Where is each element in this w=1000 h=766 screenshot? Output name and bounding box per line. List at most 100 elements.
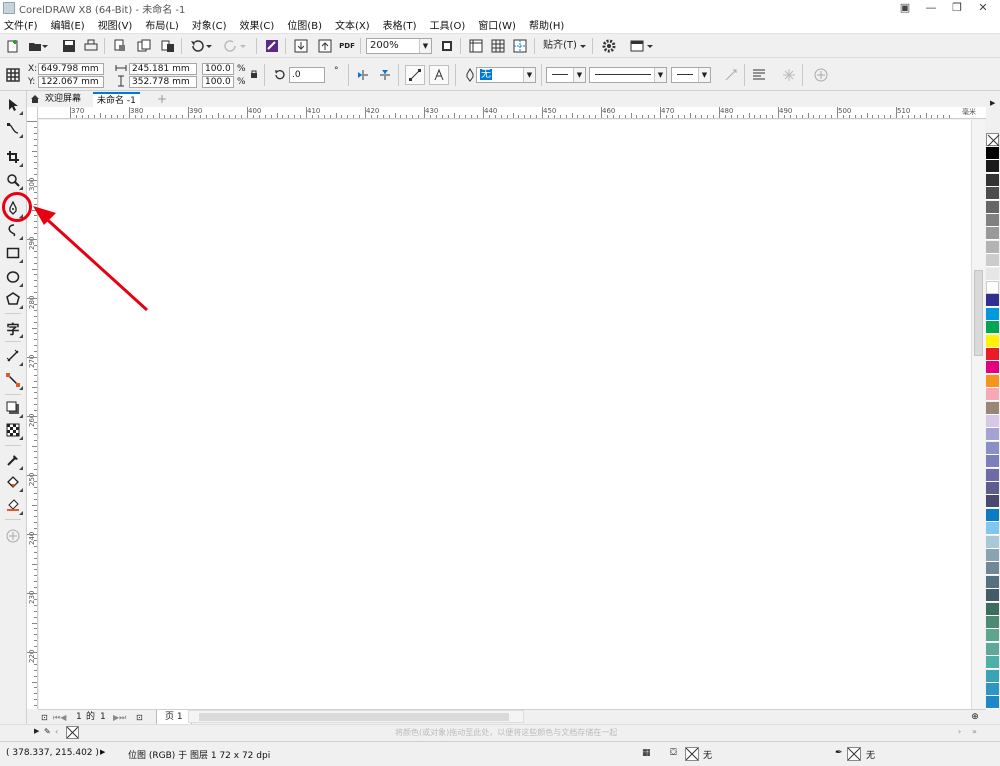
chevron-down-icon[interactable]: ▼	[523, 68, 535, 82]
outline-none-swatch[interactable]	[847, 747, 861, 761]
horizontal-scrollbar[interactable]	[188, 710, 524, 723]
height-input[interactable]: 352.778 mm	[129, 76, 197, 88]
color-swatch[interactable]	[986, 348, 999, 361]
menu-view[interactable]: 视图(V)	[98, 17, 133, 32]
vertical-scroll-thumb[interactable]	[974, 270, 983, 356]
add-tab-icon[interactable]: +	[155, 92, 169, 106]
eyedropper-palette-icon[interactable]: ✎	[44, 727, 51, 736]
shape-tool-icon[interactable]	[4, 119, 23, 138]
color-swatch[interactable]	[986, 616, 999, 629]
end-arrowhead-select[interactable]: ▼	[671, 67, 711, 83]
snap-to-menu[interactable]: 贴齐(T)	[543, 40, 577, 52]
color-swatch[interactable]	[986, 602, 999, 616]
color-swatch[interactable]	[986, 388, 999, 402]
pen-mode-icon[interactable]	[429, 65, 449, 85]
color-swatch[interactable]	[986, 334, 999, 348]
color-swatch[interactable]	[986, 575, 999, 589]
outline-pen-status-icon[interactable]: ✒	[835, 748, 843, 758]
application-launcher-icon[interactable]	[628, 37, 646, 55]
color-swatch[interactable]	[986, 482, 999, 495]
minimize-button[interactable]: —	[918, 0, 944, 16]
zoom-tool-icon[interactable]	[4, 171, 23, 190]
color-swatch[interactable]	[986, 160, 999, 174]
save-icon[interactable]	[60, 37, 78, 55]
node-edit-icon[interactable]	[405, 65, 425, 85]
menu-file[interactable]: 文件(F)	[4, 17, 38, 32]
launcher-dropdown-icon[interactable]	[645, 37, 655, 55]
color-swatch[interactable]	[986, 508, 999, 522]
color-swatch[interactable]	[986, 535, 999, 549]
color-swatch[interactable]	[986, 307, 999, 321]
color-swatch[interactable]	[986, 656, 999, 670]
color-proof-icon[interactable]: ▦	[642, 748, 651, 758]
scale-height-input[interactable]: 100.0	[202, 76, 234, 88]
transparency-tool-icon[interactable]	[4, 421, 23, 440]
copy-icon[interactable]	[159, 37, 177, 55]
zoom-level-select[interactable]: 200% ▼	[366, 38, 432, 54]
horizontal-ruler[interactable]: 毫米 370 380 390 400 410 420 430 440 450 460 470 480 4…	[38, 107, 986, 119]
interactive-fill-tool-icon[interactable]	[4, 473, 23, 492]
menu-window[interactable]: 窗口(W)	[478, 17, 516, 32]
polygon-tool-icon[interactable]	[4, 290, 23, 309]
color-swatch[interactable]	[986, 468, 999, 482]
horizontal-scroll-thumb[interactable]	[199, 713, 509, 721]
eyedropper-tool-icon[interactable]	[4, 451, 23, 470]
show-guidelines-icon[interactable]	[511, 37, 529, 55]
page-size-icon[interactable]	[4, 66, 22, 84]
color-swatch[interactable]	[986, 214, 999, 227]
ellipse-tool-icon[interactable]	[4, 268, 23, 287]
options-gear-icon[interactable]	[600, 37, 618, 55]
chevron-down-icon[interactable]: ▼	[698, 68, 710, 82]
next-page-icon[interactable]: ▶⏭	[113, 710, 126, 725]
close-button[interactable]: ✕	[970, 0, 996, 16]
color-swatch[interactable]	[986, 173, 999, 187]
full-screen-icon[interactable]	[438, 37, 456, 55]
color-swatch[interactable]	[986, 455, 999, 469]
lock-ratio-icon[interactable]	[248, 67, 260, 81]
smart-fill-tool-icon[interactable]	[4, 496, 23, 515]
color-swatch[interactable]	[986, 254, 999, 268]
scale-width-input[interactable]: 100.0	[202, 63, 234, 75]
color-swatch[interactable]	[986, 321, 999, 335]
tab-welcome-screen[interactable]: 欢迎屏幕	[41, 92, 85, 107]
color-swatch[interactable]	[986, 642, 999, 656]
color-swatch[interactable]	[986, 415, 999, 428]
no-color-swatch[interactable]	[986, 133, 1000, 147]
color-swatch[interactable]	[986, 696, 999, 710]
smooth-node-icon[interactable]	[780, 66, 798, 84]
expand-right-icon[interactable]: ▶	[990, 99, 995, 107]
user-icon[interactable]: ▣	[892, 0, 918, 16]
color-swatch[interactable]	[986, 267, 999, 281]
print-icon[interactable]	[82, 37, 100, 55]
color-swatch[interactable]	[986, 562, 999, 576]
width-input[interactable]: 245.181 mm	[129, 63, 197, 75]
menu-bitmaps[interactable]: 位图(B)	[287, 17, 322, 32]
x-position-input[interactable]: 649.798 mm	[38, 63, 104, 75]
fill-none-swatch[interactable]	[685, 747, 699, 761]
chevron-down-icon[interactable]: ▼	[419, 39, 431, 53]
menu-layout[interactable]: 布局(L)	[145, 17, 178, 32]
text-tool-icon[interactable]: 字	[4, 319, 23, 338]
color-swatch[interactable]	[986, 441, 999, 455]
smart-drawing-tool-icon[interactable]	[4, 221, 23, 240]
menu-tools[interactable]: 工具(O)	[430, 17, 466, 32]
add-page-icon[interactable]: ⊡	[136, 710, 143, 725]
drawing-canvas[interactable]	[39, 120, 971, 709]
docker-expander[interactable]: ▶	[986, 91, 1000, 131]
drop-shadow-tool-icon[interactable]	[4, 399, 23, 418]
color-swatch[interactable]	[986, 683, 999, 696]
undo-dropdown-icon[interactable]	[204, 37, 214, 55]
pick-tool-icon[interactable]	[4, 96, 23, 115]
menu-edit[interactable]: 编辑(E)	[51, 17, 85, 32]
palette-play-icon[interactable]: ▶	[34, 727, 39, 735]
add-property-icon[interactable]	[812, 66, 830, 84]
color-swatch[interactable]	[986, 227, 999, 241]
palette-expand-icon[interactable]: »	[972, 727, 977, 736]
color-swatch[interactable]	[986, 589, 999, 603]
menu-effects[interactable]: 效果(C)	[240, 17, 275, 32]
parallel-dimension-tool-icon[interactable]	[4, 347, 23, 366]
color-swatch[interactable]	[986, 281, 999, 294]
color-swatch[interactable]	[986, 187, 999, 201]
color-swatch[interactable]	[986, 200, 999, 214]
rectangle-tool-icon[interactable]	[4, 244, 23, 263]
